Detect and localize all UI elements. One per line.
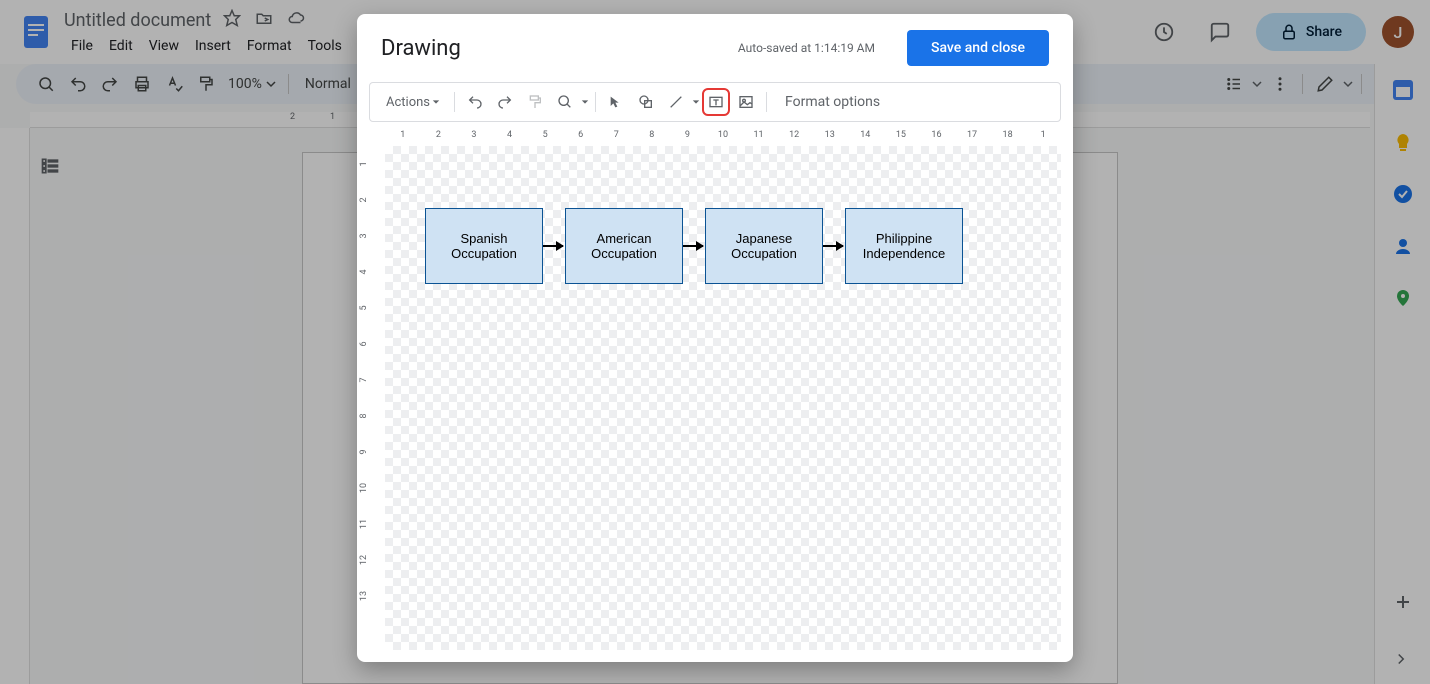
save-close-button[interactable]: Save and close [907, 30, 1049, 66]
flowchart-box[interactable]: Spanish Occupation [425, 208, 543, 284]
drawing-canvas[interactable]: 1234567891011121314151617181 12345678910… [369, 130, 1061, 650]
drawing-dialog: Drawing Auto-saved at 1:14:19 AM Save an… [357, 14, 1073, 662]
dialog-title: Drawing [381, 36, 461, 61]
flowchart-box[interactable]: Philippine Independence [845, 208, 963, 284]
drawing-paint-icon[interactable] [521, 88, 549, 116]
select-tool-icon[interactable] [602, 88, 630, 116]
chevron-down-icon[interactable] [581, 98, 589, 106]
format-options-button[interactable]: Format options [773, 94, 892, 110]
chevron-down-icon[interactable] [692, 98, 700, 106]
flowchart-arrow[interactable] [543, 245, 563, 247]
autosave-status: Auto-saved at 1:14:19 AM [738, 41, 875, 55]
flowchart-box[interactable]: Japanese Occupation [705, 208, 823, 284]
shape-tool-icon[interactable] [632, 88, 660, 116]
canvas-background[interactable]: Spanish Occupation American Occupation J… [385, 146, 1061, 650]
image-tool-icon[interactable] [732, 88, 760, 116]
line-tool-icon[interactable] [662, 88, 690, 116]
drawing-redo-icon[interactable] [491, 88, 519, 116]
drawing-zoom-icon[interactable] [551, 88, 579, 116]
flowchart-box[interactable]: American Occupation [565, 208, 683, 284]
actions-menu[interactable]: Actions [378, 95, 448, 110]
modal-overlay: Drawing Auto-saved at 1:14:19 AM Save an… [0, 0, 1430, 684]
drawing-toolbar: Actions Format options [369, 82, 1061, 122]
text-box-tool-icon[interactable] [702, 88, 730, 116]
flowchart-arrow[interactable] [823, 245, 843, 247]
flowchart-arrow[interactable] [683, 245, 703, 247]
drawing-undo-icon[interactable] [461, 88, 489, 116]
canvas-h-ruler: 1234567891011121314151617181 [385, 130, 1061, 146]
canvas-v-ruler: 12345678910111213 [369, 146, 385, 650]
